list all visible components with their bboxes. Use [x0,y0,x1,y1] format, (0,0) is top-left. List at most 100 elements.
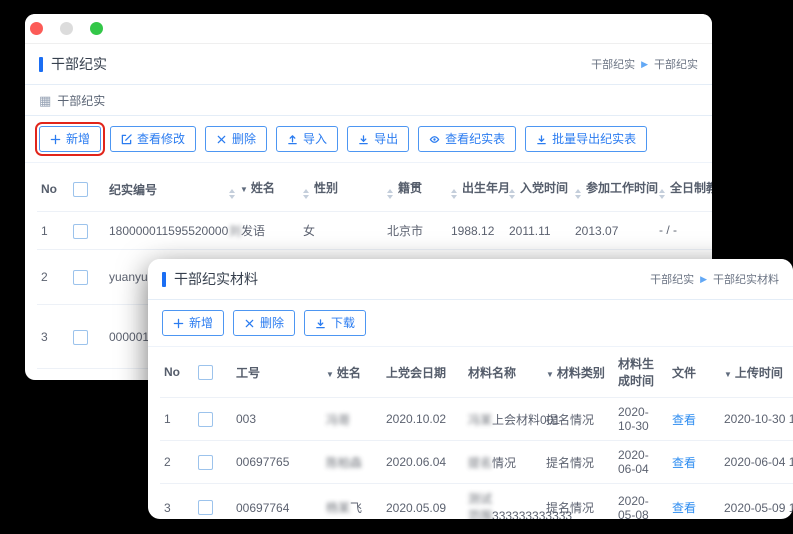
view-file-link[interactable]: 查看 [672,413,696,427]
row-checkbox[interactable] [73,270,88,285]
page-title: 干部纪实 [51,54,107,74]
sort-icon[interactable] [229,189,235,199]
breadcrumb-arrow-icon: ▶ [700,275,707,284]
edit-icon [121,134,132,145]
column-header-姓名[interactable]: ▼姓名 [322,347,382,398]
table-cell: 2020-05-08 [614,484,668,519]
table-cell: 提名情况 [542,484,614,519]
table-cell [194,441,232,484]
table-cell: 2020.10.02 [382,398,464,441]
table-row: 200697765陈柏森2020.06.04提名情况提名情况2020-06-04… [160,441,793,484]
table-cell: 1 [160,398,194,441]
select-all-header [194,347,232,398]
table-cell: 2011.11 [505,212,571,250]
column-header-工号: 工号 [232,347,322,398]
toolbar-button-新增[interactable]: 新增 [162,310,224,336]
table-row: 1180000011595520000刘发语女北京市1988.122011.11… [37,212,712,250]
toolbar-button-下载[interactable]: 下载 [304,310,366,336]
table-cell: 提名情况 [542,441,614,484]
sort-icon[interactable] [303,189,309,199]
filter-icon[interactable]: ▼ [724,370,732,379]
toolbar-button-删除[interactable]: 删除 [233,310,295,336]
breadcrumb-item[interactable]: 干部纪实 [591,56,635,72]
table-row: 1003冯哥2020.10.02冯某上会材料001提名情况2020-10-30查… [160,398,793,441]
toolbar-button-查看修改[interactable]: 查看修改 [110,126,196,152]
column-header-参加工作时间[interactable]: 参加工作时间 [571,167,655,212]
table-cell: 1 [37,212,69,250]
table-cell: 提名情况 [542,398,614,441]
breadcrumb-item[interactable]: 干部纪实 [650,271,694,287]
select-all-checkbox[interactable] [198,365,213,380]
column-header-材料名称: 材料名称 [464,347,542,398]
column-label: 姓名 [251,181,275,195]
view-file-link[interactable]: 查看 [672,456,696,470]
toolbar-button-导出[interactable]: 导出 [347,126,409,152]
column-header-文件: 文件 [668,347,720,398]
row-checkbox[interactable] [73,330,88,345]
cadre-record-materials-table: No工号▼姓名上党会日期材料名称▼材料类别材料生成时间文件▼上传时间1003冯哥… [160,347,793,519]
column-header-性别[interactable]: 性别 [299,167,383,212]
title-marker [162,272,166,287]
toolbar-button-新增[interactable]: 新增 [39,126,101,152]
column-header-籍贯[interactable]: 籍贯 [383,167,447,212]
sort-icon[interactable] [575,189,581,199]
row-checkbox[interactable] [73,224,88,239]
plus-icon [50,134,61,145]
table-cell: - / - [655,212,712,250]
row-checkbox[interactable] [198,455,213,470]
button-label: 导入 [303,132,327,146]
toolbar-button-查看纪实表[interactable]: 查看纪实表 [418,126,516,152]
redacted-text: 冯哥 [326,413,350,427]
button-label: 批量导出纪实表 [552,132,636,146]
toolbar-button-批量导出纪实表[interactable]: 批量导出纪实表 [525,126,647,152]
maximize-window-button[interactable] [90,22,103,35]
row-checkbox[interactable] [198,412,213,427]
section-header: ▦ 干部纪实 [25,85,712,116]
table-cell: 00697764 [232,484,322,519]
table-cell: 2020-10-30 17:18:12 [720,398,793,441]
table-header-row: No工号▼姓名上党会日期材料名称▼材料类别材料生成时间文件▼上传时间 [160,347,793,398]
row-checkbox[interactable] [198,500,213,515]
minimize-window-button[interactable] [60,22,73,35]
toolbar-button-删除[interactable]: 删除 [205,126,267,152]
column-label: 出生年月 [462,181,510,195]
column-label: 籍贯 [398,181,422,195]
filter-icon[interactable]: ▼ [546,370,554,379]
sort-icon[interactable] [659,189,665,199]
table-header-row: No纪实编号▼姓名性别籍贯出生年月入党时间参加工作时间全日制教育在职教育 [37,167,712,212]
title-marker [39,57,43,72]
column-header-上传时间[interactable]: ▼上传时间 [720,347,793,398]
column-label: 入党时间 [520,181,568,195]
select-all-header [69,167,105,212]
filter-icon[interactable]: ▼ [240,185,248,194]
table-cell: 杨某飞 [322,484,382,519]
sort-icon[interactable] [509,189,515,199]
toolbar-button-导入[interactable]: 导入 [276,126,338,152]
table-cell: 3 [37,305,69,369]
breadcrumb-item[interactable]: 干部纪实材料 [713,271,779,287]
select-all-checkbox[interactable] [73,182,88,197]
button-label: 查看纪实表 [445,132,505,146]
column-header-出生年月[interactable]: 出生年月 [447,167,505,212]
cell-text: 飞 [350,501,362,515]
column-label: 参加工作时间 [586,181,658,195]
sort-icon[interactable] [387,189,393,199]
page-title-row: 干部纪实材料 干部纪实 ▶ 干部纪实材料 [148,259,793,300]
table-cell: 陈柏森 [322,441,382,484]
filter-icon[interactable]: ▼ [326,370,334,379]
breadcrumb-item[interactable]: 干部纪实 [654,56,698,72]
column-label: 材料名称 [468,366,516,380]
column-label: 文件 [672,366,696,380]
table-cell: 2020.06.04 [382,441,464,484]
column-header-全日制教育[interactable]: 全日制教育 [655,167,712,212]
view-file-link[interactable]: 查看 [672,501,696,515]
table-cell: 2020-06-04 16:59:51 [720,441,793,484]
cadre-record-materials-window: 干部纪实材料 干部纪实 ▶ 干部纪实材料 新增删除下载 No工号▼姓名上党会日期… [148,259,793,519]
column-header-入党时间[interactable]: 入党时间 [505,167,571,212]
sort-icon[interactable] [451,189,457,199]
button-label: 下载 [331,316,355,330]
close-window-button[interactable] [30,22,43,35]
column-header-姓名[interactable]: ▼姓名 [225,167,299,212]
column-label: No [164,365,180,379]
column-header-材料类别[interactable]: ▼材料类别 [542,347,614,398]
